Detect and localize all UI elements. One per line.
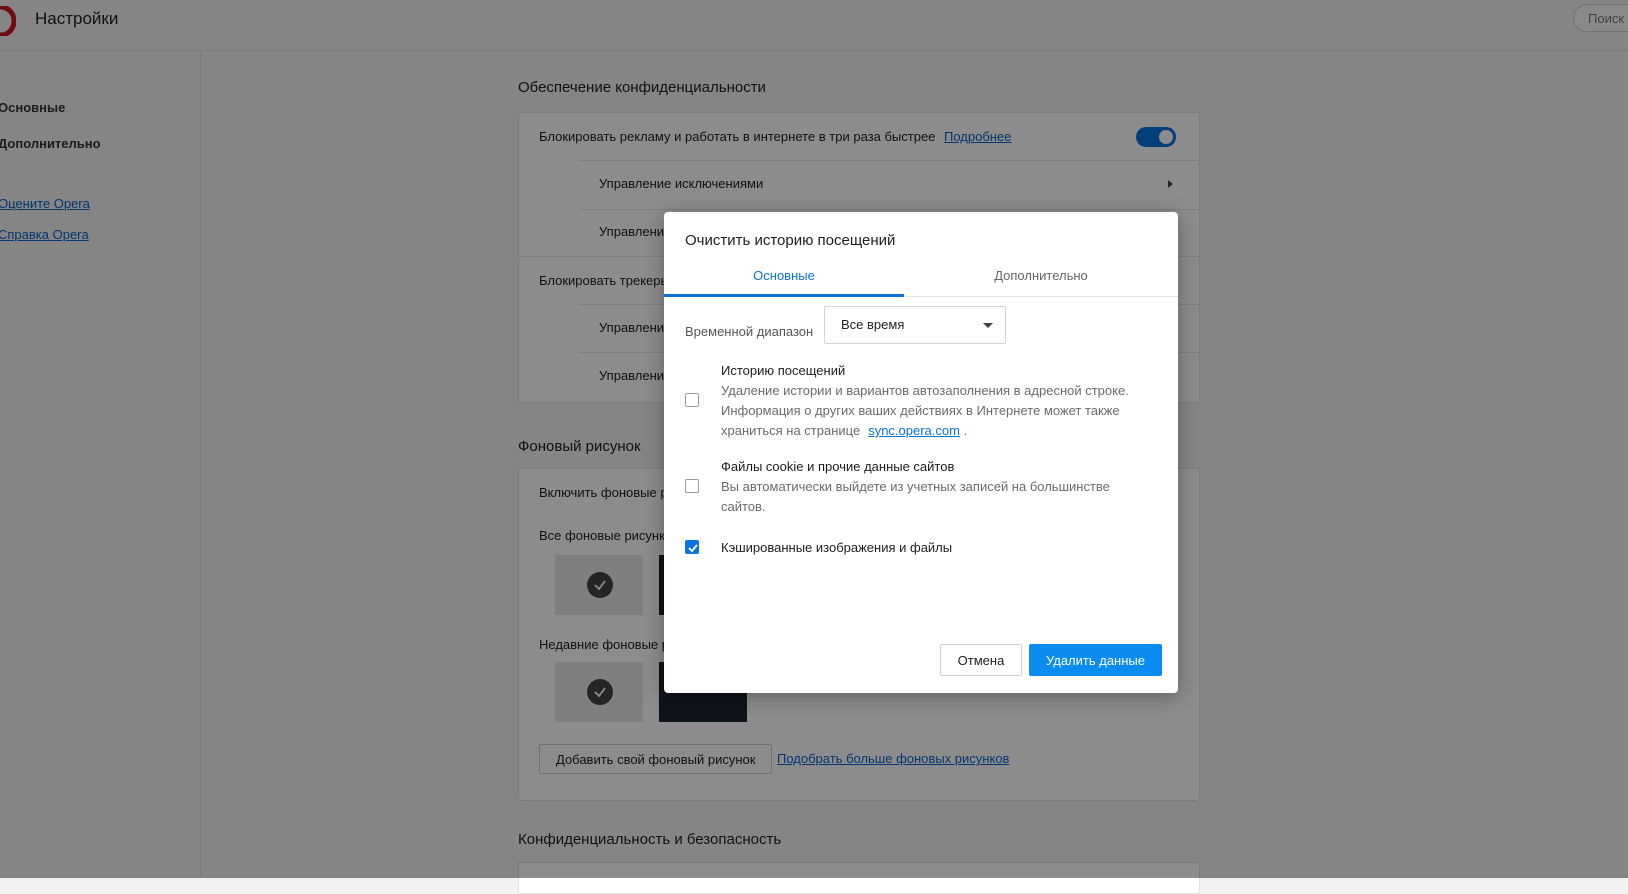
time-range-select[interactable]: Все время (824, 306, 1006, 344)
cache-option-title: Кэшированные изображения и файлы (721, 540, 953, 555)
sync-opera-link[interactable]: sync.opera.com (868, 423, 960, 438)
history-option-description: Удаление истории и вариантов автозаполне… (721, 381, 1141, 441)
history-description-suffix: . (963, 423, 968, 438)
history-checkbox[interactable] (685, 393, 699, 407)
checkmark-icon (688, 544, 698, 553)
cookies-option-title: Файлы cookie и прочие данные сайтов (721, 459, 955, 474)
dialog-title: Очистить историю посещений (685, 232, 896, 249)
tab-basic[interactable]: Основные (664, 268, 904, 290)
active-tab-indicator (664, 294, 904, 297)
tab-advanced[interactable]: Дополнительно (904, 268, 1178, 290)
delete-data-button[interactable]: Удалить данные (1029, 644, 1162, 676)
history-option-title: Историю посещений (721, 363, 846, 378)
cookies-checkbox[interactable] (685, 479, 699, 493)
cookies-option-description: Вы автоматически выйдете из учетных запи… (721, 479, 1110, 514)
cancel-button[interactable]: Отмена (940, 644, 1022, 676)
time-range-label: Временной диапазон (685, 324, 814, 339)
clear-history-dialog: Очистить историю посещений Основные Допо… (664, 212, 1178, 693)
chevron-down-icon (983, 323, 993, 328)
time-range-value: Все время (841, 317, 905, 332)
cache-checkbox[interactable] (685, 540, 699, 554)
